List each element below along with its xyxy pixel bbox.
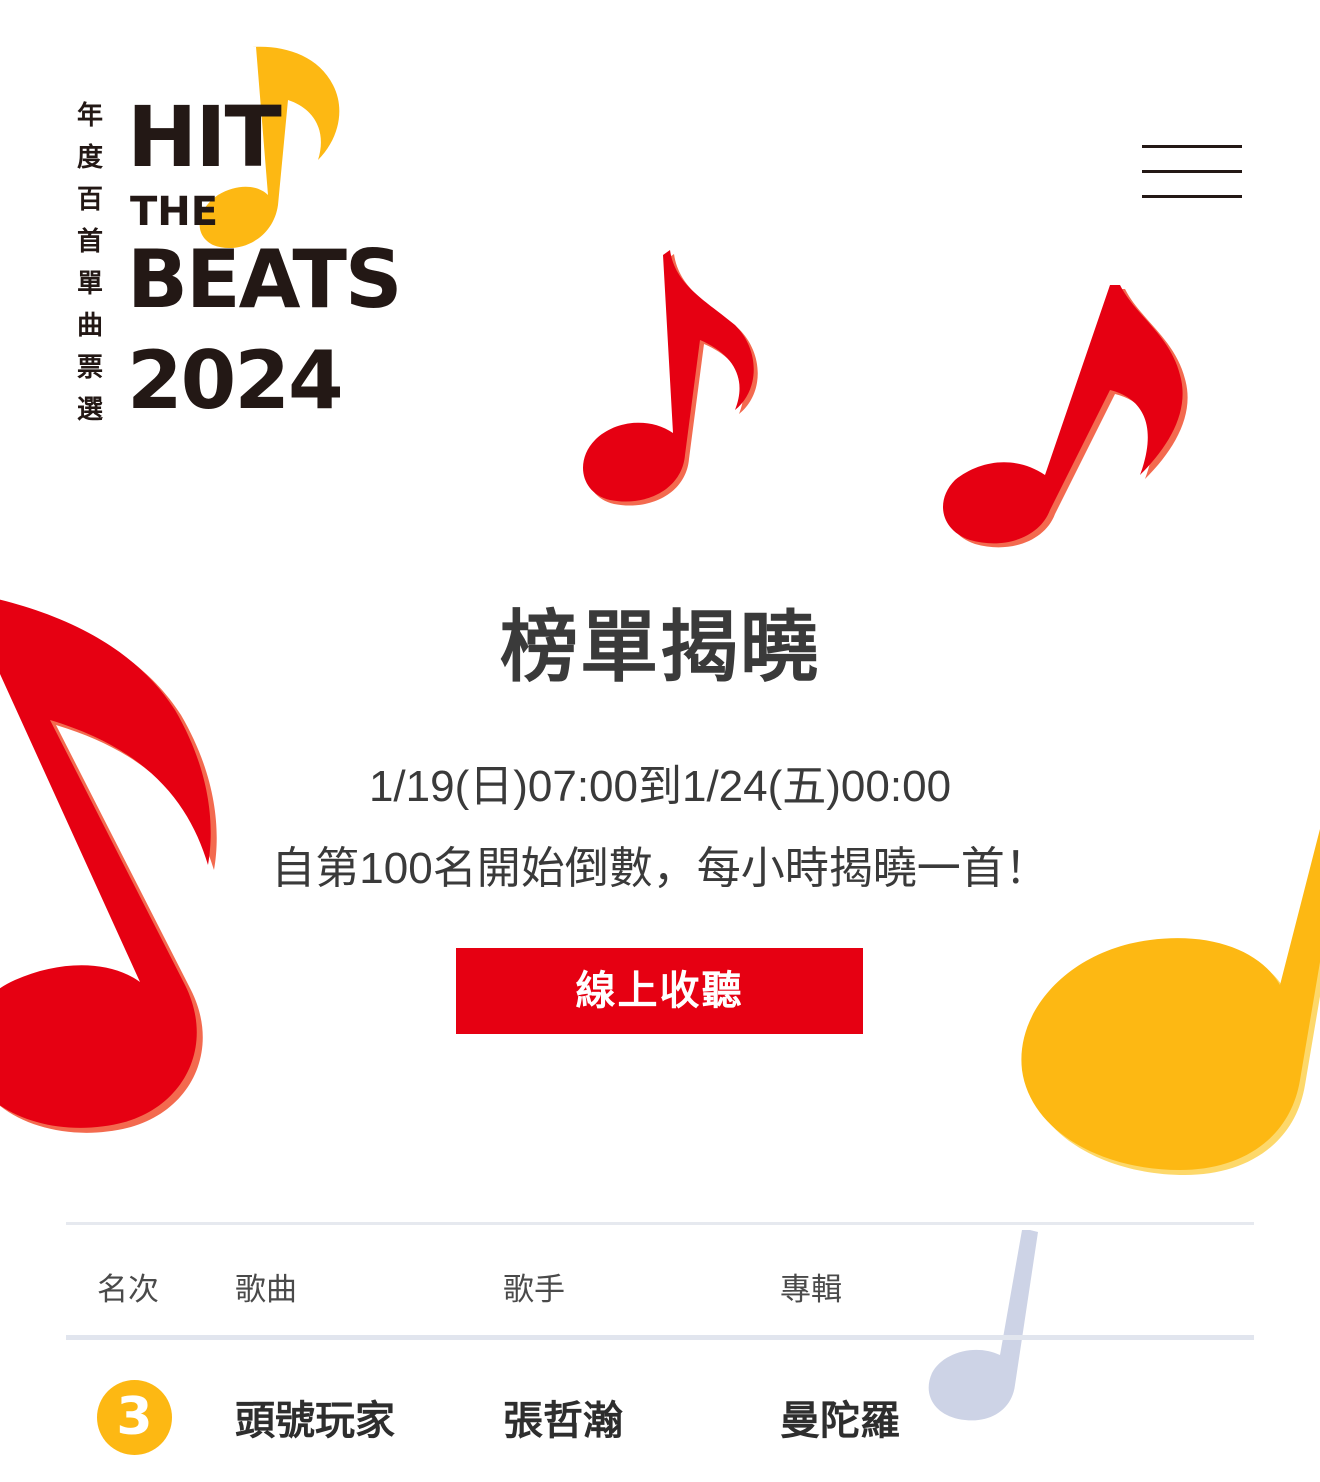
header-artist: 歌手 xyxy=(503,1272,565,1308)
header-album: 專輯 xyxy=(780,1272,842,1308)
artist-name: 張哲瀚 xyxy=(503,1398,623,1444)
logo-hit: HIT xyxy=(127,88,282,186)
event-date: 1/19(日)07:00到1/24(五)00:00 xyxy=(368,762,952,811)
listen-online-button[interactable]: 線上收聽 xyxy=(456,948,863,1034)
song-title[interactable]: 頭號玩家 xyxy=(235,1388,395,1446)
event-description: 自第100名開始倒數，每小時揭曉一首！ xyxy=(271,844,1049,893)
rank-badge: 3 xyxy=(97,1380,172,1455)
header-rank: 名次 xyxy=(97,1272,159,1308)
menu-bar xyxy=(1142,195,1242,198)
ranking-table: 名次 歌曲 歌手 專輯 3 頭號玩家 張哲瀚 曼陀羅 xyxy=(66,1222,1254,1482)
album-name: 曼陀羅 xyxy=(780,1398,900,1444)
hamburger-menu-icon[interactable] xyxy=(1140,140,1244,204)
music-note-icon xyxy=(575,245,775,510)
table-row[interactable]: 3 頭號玩家 張哲瀚 曼陀羅 xyxy=(66,1340,1254,1480)
site-logo[interactable]: 年 度 百 首 單 曲 票 選 HIT THE BEATS 2024 xyxy=(70,45,420,425)
logo-the: THE xyxy=(130,189,219,235)
header-song: 歌曲 xyxy=(235,1272,297,1308)
menu-bar xyxy=(1142,145,1242,148)
table-divider xyxy=(66,1222,1254,1225)
logo-year: 2024 xyxy=(127,334,344,427)
page-title: 榜單揭曉 xyxy=(499,603,820,693)
music-note-icon xyxy=(935,275,1195,555)
menu-bar xyxy=(1142,170,1242,173)
logo-vertical-text: 年 度 百 首 單 曲 票 選 xyxy=(76,101,103,425)
logo-beats: BEATS xyxy=(127,233,403,326)
